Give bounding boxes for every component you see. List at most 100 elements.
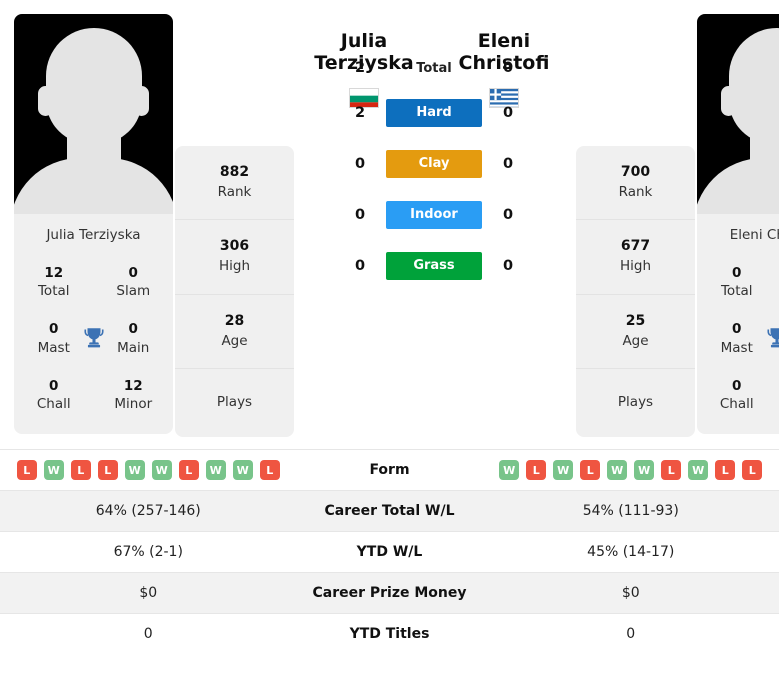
left-titles-main-value: 0 [128,321,138,338]
h2h-left-score: 0 [354,207,366,223]
table-row-career-total-wl: 64% (257-146) Career Total W/L 54% (111-… [0,490,779,532]
h2h-right-score: 0 [502,207,514,223]
left-titles-main: 0 Main [94,311,174,367]
form-badge-loss[interactable]: L [580,460,601,481]
left-rank-label: Rank [217,183,252,200]
form-badge-win[interactable]: W [634,460,655,481]
left-titles-slam-label: Slam [116,283,151,300]
row-label-form: Form [369,462,410,479]
form-badge-win[interactable]: W [43,460,64,481]
right-titles-chall: 0 Chall [697,368,777,424]
left-titles-minor-value: 12 [123,377,143,394]
right-plays-row: Plays [576,369,695,437]
left-rank-row: 882 Rank [175,146,294,221]
right-titles-grid: 0 Total 0 Slam 0 Mast 0 Main [697,255,779,424]
form-badge-loss[interactable]: L [526,460,547,481]
head-to-head-panel: Julia Terziyska Eleni Christofi 2 Total … [294,14,574,280]
surface-badge-clay[interactable]: Clay [386,150,482,178]
form-badge-loss[interactable]: L [178,460,199,481]
right-career-total-wl: 54% (111-93) [582,503,679,520]
head-to-head-rows: 2 Total 0 2 Hard 0 0 Clay 0 0 Indoor 0 0… [349,60,519,303]
h2h-label-total: Total [416,60,452,76]
left-titles-total-value: 12 [44,265,64,281]
right-ytd-titles: 0 [626,626,636,643]
right-age-row: 25 Age [576,295,695,370]
left-age-value: 28 [224,312,245,329]
h2h-row: 0 Clay 0 [349,150,519,178]
right-age-label: Age [622,332,649,349]
left-titles-chall: 0 Chall [14,368,94,424]
form-badge-win[interactable]: W [607,460,628,481]
h2h-right-score: 0 [502,105,514,121]
right-high-row: 677 High [576,220,695,295]
right-titles-chall-value: 0 [732,377,742,394]
right-titles-total-label: Total [720,283,753,300]
left-titles-total: 12 Total [14,255,94,311]
left-player-first-name: Julia [340,30,388,52]
right-titles-mast: 0 Mast [697,311,777,367]
left-high-value: 306 [219,238,250,255]
surface-badge-hard[interactable]: Hard [386,99,482,127]
right-titles-total-value: 0 [732,265,742,281]
form-badge-loss[interactable]: L [97,460,118,481]
surface-badge-indoor[interactable]: Indoor [386,201,482,229]
left-career-total-wl: 64% (257-146) [95,503,201,520]
left-titles-chall-value: 0 [49,377,59,394]
left-age-label: Age [221,332,248,349]
right-player-rank-card: 700 Rank 677 High 25 Age Plays [576,14,695,438]
right-ytd-wl: 45% (14-17) [587,544,675,561]
h2h-right-score: 0 [502,60,514,76]
row-label-career-prize-money: Career Prize Money [312,585,467,602]
h2h-row: 2 Hard 0 [349,99,519,127]
left-ytd-titles: 0 [143,626,153,643]
form-badge-loss[interactable]: L [715,460,736,481]
comparison-header: Julia Terziyska 12 Total 0 Slam 0 Mast 0… [0,0,779,438]
left-titles-slam: 0 Slam [94,255,174,311]
right-titles-chall-label: Chall [719,396,754,413]
form-badge-win[interactable]: W [151,460,172,481]
left-titles-mast: 0 Mast [14,311,94,367]
form-badge-win[interactable]: W [124,460,145,481]
left-player-photo-card: Julia Terziyska 12 Total 0 Slam 0 Mast 0… [14,14,173,435]
h2h-left-score: 0 [354,156,366,172]
right-rank-value: 700 [620,164,651,180]
avatar-shoulders [14,158,173,214]
h2h-row: 0 Indoor 0 [349,201,519,229]
form-badge-win[interactable]: W [232,460,253,481]
left-high-row: 306 High [175,220,294,295]
row-label-ytd-wl: YTD W/L [356,544,423,561]
form-badge-loss[interactable]: L [742,460,763,481]
form-badge-win[interactable]: W [205,460,226,481]
player-comparison-page: Julia Terziyska 12 Total 0 Slam 0 Mast 0… [0,0,779,699]
table-row-ytd-titles: 0 YTD Titles 0 [0,613,779,654]
form-badge-loss[interactable]: L [16,460,37,481]
right-rank-row: 700 Rank [576,146,695,221]
h2h-left-score: 0 [354,258,366,274]
avatar-shoulders [697,158,779,214]
form-badge-win[interactable]: W [553,460,574,481]
form-badge-loss[interactable]: L [70,460,91,481]
comparison-stats-table: LWLLWWLWWL Form WLWLWWLWLL 64% (257-146)… [0,449,779,654]
left-titles-grid: 12 Total 0 Slam 0 Mast 0 Main 0 Chall 12… [14,255,173,424]
form-badge-win[interactable]: W [688,460,709,481]
left-player-name-caption: Julia Terziyska [46,227,141,243]
avatar-ear-right [134,86,149,116]
right-form-cell: WLWLWWLWLL [483,452,779,488]
h2h-left-score: 2 [354,105,366,121]
avatar-ear-left [38,86,53,116]
form-badge-win[interactable]: W [499,460,520,481]
right-player-first-name: Eleni [477,30,531,52]
form-badge-loss[interactable]: L [259,460,280,481]
right-career-prize-money: $0 [621,585,640,602]
left-titles-slam-value: 0 [128,265,138,281]
left-rank-value: 882 [219,164,250,180]
left-player-photo [14,14,173,214]
left-age-row: 28 Age [175,295,294,370]
right-titles-total: 0 Total [697,255,777,311]
left-titles-total-label: Total [37,283,70,300]
left-titles-minor: 12 Minor [94,368,174,424]
surface-badge-grass[interactable]: Grass [386,252,482,280]
table-row-ytd-wl: 67% (2-1) YTD W/L 45% (14-17) [0,531,779,572]
form-badge-loss[interactable]: L [661,460,682,481]
right-titles-mast-value: 0 [732,321,742,338]
